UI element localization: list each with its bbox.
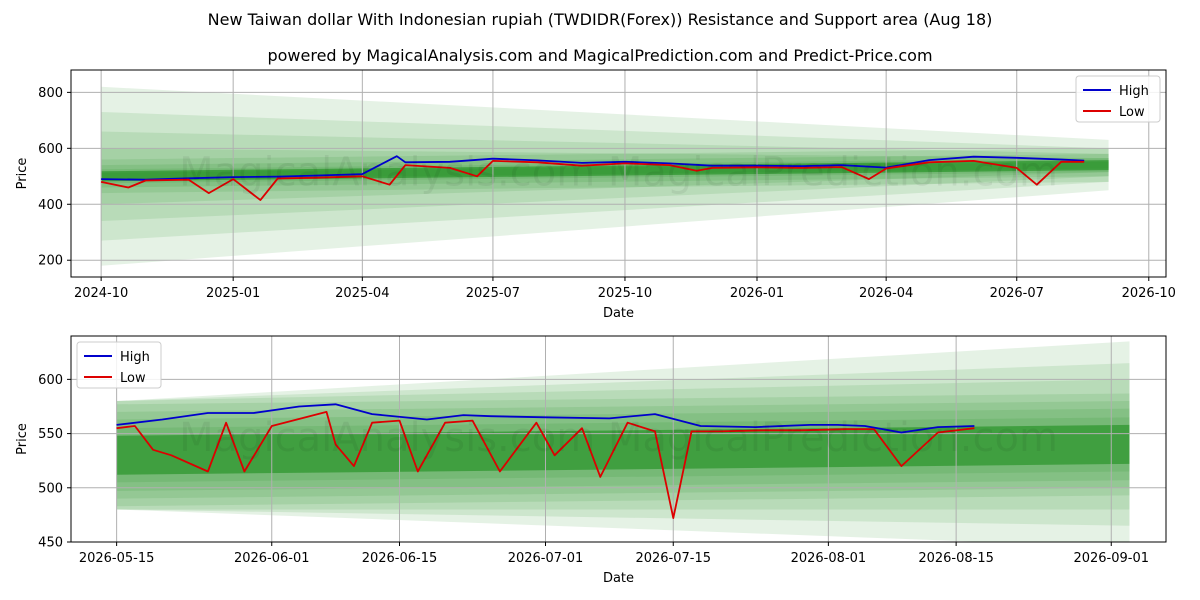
y-tick-label: 600 (38, 142, 63, 157)
x-axis-label: Date (603, 571, 634, 586)
x-tick-label: 2026-09-01 (1073, 551, 1149, 566)
x-tick-label: 2026-06-15 (362, 551, 438, 566)
legend-box (1075, 75, 1161, 123)
watermark-text: MagicalAnalysis.com MagicalPrediction.co… (179, 415, 1058, 461)
chart-figure: New Taiwan dollar With Indonesian rupiah… (0, 0, 1200, 600)
x-axis-label: Date (603, 306, 634, 321)
x-tick-label: 2026-10 (1122, 286, 1176, 301)
y-axis-label: Price (15, 158, 30, 190)
watermark-text: MagicalAnalysis.com MagicalPrediction.co… (179, 150, 1058, 196)
x-tick-label: 2026-04 (859, 286, 913, 301)
x-tick-label: 2026-01 (730, 286, 784, 301)
x-tick-label: 2026-07 (990, 286, 1044, 301)
x-tick-label: 2026-08-01 (791, 551, 867, 566)
legend-label-low: Low (120, 371, 146, 386)
x-tick-label: 2025-01 (206, 286, 260, 301)
legend-label-high: High (120, 350, 150, 365)
y-tick-label: 800 (38, 86, 63, 101)
y-tick-label: 550 (38, 427, 63, 442)
x-tick-label: 2026-06-01 (234, 551, 310, 566)
y-tick-label: 500 (38, 481, 63, 496)
x-tick-label: 2025-04 (335, 286, 389, 301)
y-tick-label: 200 (38, 254, 63, 269)
legend-label-low: Low (1119, 105, 1145, 120)
x-tick-label: 2025-10 (598, 286, 652, 301)
y-axis-label: Price (15, 423, 30, 455)
x-tick-label: 2026-07-01 (508, 551, 584, 566)
x-tick-label: 2024-10 (74, 286, 128, 301)
legend-label-high: High (1119, 84, 1149, 99)
x-tick-label: 2025-07 (466, 286, 520, 301)
legend-box (76, 341, 162, 389)
x-tick-label: 2026-05-15 (79, 551, 155, 566)
y-tick-label: 600 (38, 373, 63, 388)
x-tick-label: 2026-08-15 (918, 551, 994, 566)
y-tick-label: 400 (38, 198, 63, 213)
x-tick-label: 2026-07-15 (635, 551, 711, 566)
y-tick-label: 450 (38, 536, 63, 551)
chart-svg: MagicalAnalysis.com MagicalPrediction.co… (15, 69, 1176, 586)
